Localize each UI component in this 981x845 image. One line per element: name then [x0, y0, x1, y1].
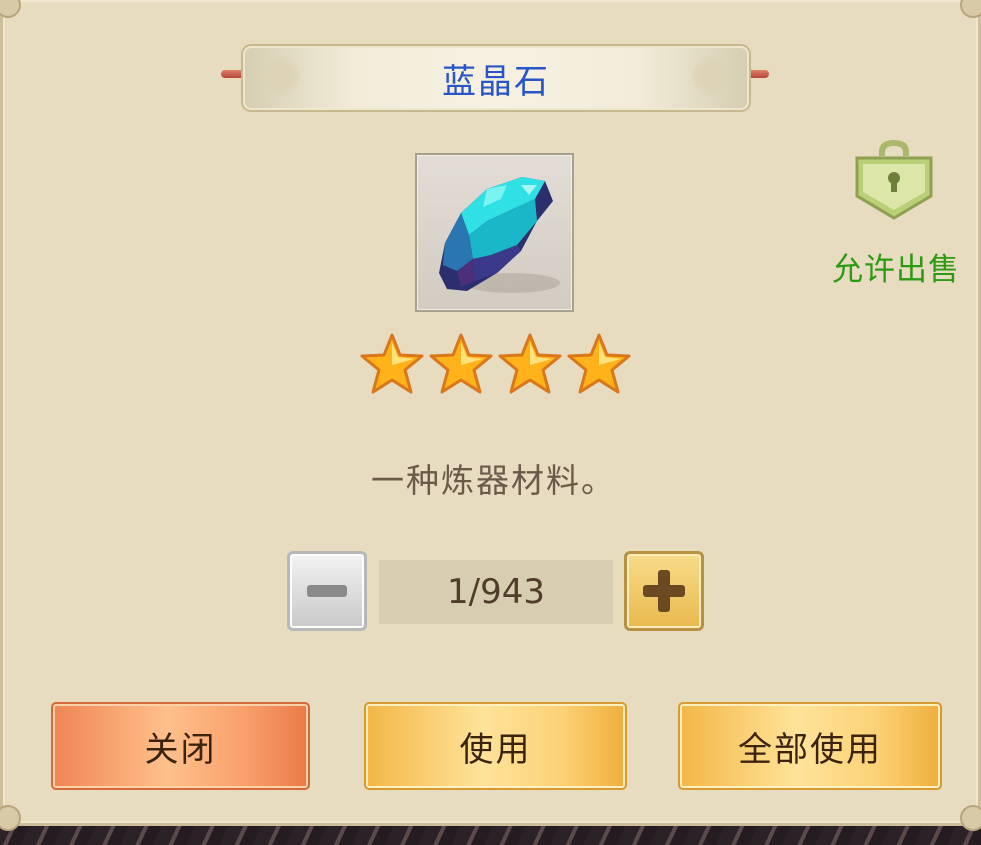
item-icon-frame: [415, 153, 574, 312]
use-all-button-label: 全部使用: [738, 729, 882, 770]
use-button-label: 使用: [459, 729, 532, 770]
item-detail-dialog: 蓝晶石 允许出售 一种炼器材料。 1/943 关闭 使用 全部使用: [0, 0, 981, 831]
rarity-stars: [359, 332, 633, 398]
star-icon: [360, 333, 424, 394]
item-title: 蓝晶石: [442, 61, 550, 102]
sell-lock-button[interactable]: [849, 134, 939, 224]
corner-ornament: [960, 0, 981, 18]
blue-crystal-icon: [439, 177, 560, 293]
quantity-display: 1/943: [379, 560, 613, 624]
use-button[interactable]: 使用: [364, 702, 627, 790]
star-icon: [429, 333, 493, 394]
corner-ornament: [0, 0, 21, 18]
lock-icon: [855, 140, 933, 220]
item-description: 一种炼器材料。: [371, 461, 616, 500]
sell-status-label: 允许出售: [832, 252, 960, 288]
decrease-quantity-button[interactable]: [287, 551, 367, 631]
corner-ornament: [960, 805, 981, 831]
plus-icon: [643, 570, 685, 612]
use-all-button[interactable]: 全部使用: [678, 702, 942, 790]
increase-quantity-button[interactable]: [624, 551, 704, 631]
title-banner: 蓝晶石: [241, 44, 751, 112]
star-icon: [498, 333, 562, 394]
close-button[interactable]: 关闭: [51, 702, 310, 790]
minus-icon: [307, 585, 347, 597]
star-icon: [567, 333, 631, 394]
close-button-label: 关闭: [144, 729, 217, 770]
